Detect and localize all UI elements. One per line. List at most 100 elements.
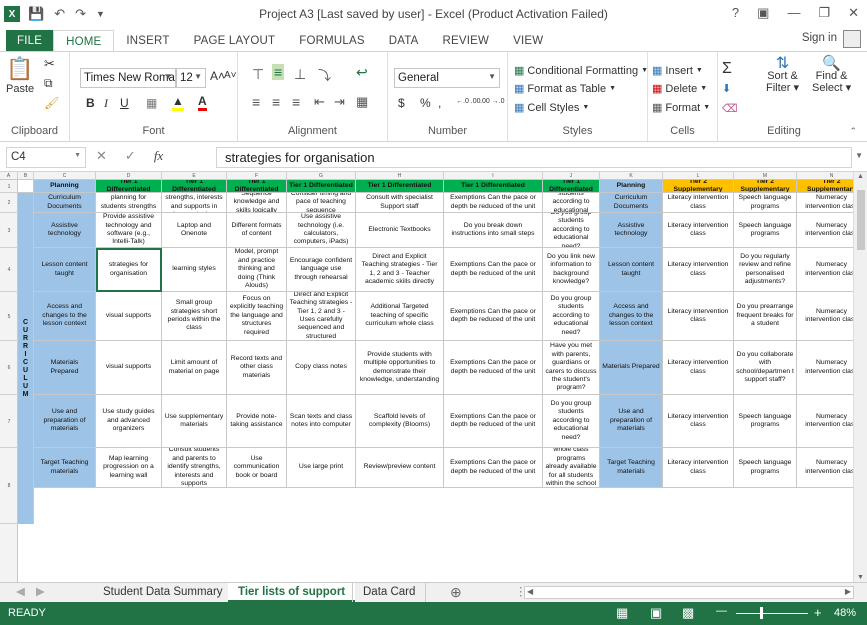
table-cell[interactable]: Speech language programs [734,448,797,488]
paste-button[interactable]: 📋 Paste [6,56,34,95]
avatar[interactable] [843,30,861,48]
shrink-font-button[interactable]: A˅ [224,70,237,81]
row-label-cell[interactable]: Curriculum Documents [34,193,96,213]
borders-icon[interactable]: ▦ [146,96,157,110]
table-cell[interactable]: learning styles [162,248,227,292]
column-header[interactable]: L [663,172,734,180]
font-size-select[interactable]: 12 ▼ [176,68,206,88]
table-header-cell[interactable]: Tier 1 Differentiated [287,180,356,193]
table-cell[interactable]: Review/preview content [356,448,444,488]
worksheet-grid[interactable]: ABCDEFGHIJKLMN 12345678 CURRICULUM Plann… [0,172,867,582]
horizontal-scrollbar[interactable]: ◀ ▶ [524,586,854,599]
scrollbar-thumb[interactable] [857,190,865,250]
row-label-cell[interactable]: Materials Prepared [600,341,663,395]
table-cell[interactable]: Do you prearrange frequent breaks for a … [734,292,797,341]
table-cell[interactable]: Do you collaborate with school/departmen… [734,341,797,395]
table-cell[interactable]: strategies for organisation [96,248,162,292]
table-cell[interactable]: Do you group students according to educa… [543,193,600,213]
table-cell[interactable]: Speech language programs [734,213,797,248]
table-cell[interactable]: Scaffold levels of complexity (Blooms) [356,395,444,448]
table-cell[interactable]: Do you break down instructions into smal… [444,213,543,248]
table-cell[interactable]: Small group strategies short periods wit… [162,292,227,341]
table-cell[interactable]: Provide assistive technology and softwar… [96,213,162,248]
table-cell[interactable]: Limit amount of material on page [162,341,227,395]
table-cell[interactable]: Do you group students according to educa… [543,395,600,448]
tab-home[interactable]: HOME [53,30,115,52]
wrap-text-icon[interactable]: ↩ [356,64,368,81]
cut-icon[interactable]: ✂ [44,56,55,72]
row-header[interactable]: 7 [0,395,18,448]
copy-icon[interactable]: ⧉ [44,76,53,91]
table-cell[interactable]: Consult students and parents to identify… [162,448,227,488]
table-cell[interactable]: planning for students strengths [96,193,162,213]
table-cell[interactable]: Direct and Explicit Teaching strategies … [356,248,444,292]
table-cell[interactable]: Literacy intervention class [663,395,734,448]
tab-view[interactable]: VIEW [501,30,555,52]
row-header[interactable]: 5 [0,292,18,341]
table-cell[interactable]: Exemptions Can the pace or depth be redu… [444,395,543,448]
fill-icon[interactable]: ⬇ [722,82,731,95]
conditional-formatting-button[interactable]: ▦ Conditional Formatting ▼ [514,64,648,78]
tab-page-layout[interactable]: PAGE LAYOUT [182,30,288,52]
table-cell[interactable]: Literacy intervention class [663,248,734,292]
table-cell[interactable]: Provide note-taking assistance [227,395,287,448]
font-name-select[interactable]: Times New Roma ▼ [80,68,176,88]
close-button[interactable]: ✕ [848,5,859,21]
row-label-cell[interactable]: Target Teaching materials [34,448,96,488]
table-cell[interactable]: visual supports [96,292,162,341]
clear-icon[interactable]: ⌫ [722,102,738,115]
sheet-tab-tier-lists[interactable]: Tier lists of support [228,583,356,602]
column-header[interactable]: B [18,172,34,180]
enter-entry-icon[interactable]: ✓ [125,148,136,164]
table-cell[interactable]: Exemptions Can the pace or depth be redu… [444,448,543,488]
table-cell[interactable]: Exemptions Can the pace or depth be redu… [444,341,543,395]
column-header[interactable]: A [0,172,18,180]
table-cell[interactable]: Focus on explicitly teaching the languag… [227,292,287,341]
table-cell[interactable]: Exemptions Can the pace or depth be redu… [444,292,543,341]
table-cell[interactable]: Incorporate strengths, interests and sup… [162,193,227,213]
table-cell[interactable]: Laptop and Onenote [162,213,227,248]
column-header[interactable]: M [734,172,797,180]
table-header-cell[interactable]: Planning [34,180,96,193]
bottom-align-icon[interactable]: ⊥ [294,66,306,83]
tab-data[interactable]: DATA [377,30,431,52]
column-header[interactable]: C [34,172,96,180]
table-cell[interactable]: Literacy intervention class [663,213,734,248]
tab-file[interactable]: FILE [6,30,54,52]
comma-button[interactable]: , [438,96,441,110]
table-cell[interactable]: Do you use whole class programs already … [543,448,600,488]
row-header[interactable]: 8 [0,448,18,524]
table-cell[interactable]: Different formats of content [227,213,287,248]
sort-filter-button[interactable]: ⇅ Sort & Filter ▾ [766,56,799,95]
table-cell[interactable]: Scan texts and class notes into computer [287,395,356,448]
sign-in-link[interactable]: Sign in [802,32,837,44]
normal-view-icon[interactable]: ▦ [616,605,628,621]
bold-button[interactable]: B [86,96,95,110]
table-cell[interactable]: visual supports [96,341,162,395]
row-label-cell[interactable]: Access and changes to the lesson context [600,292,663,341]
row-label-cell[interactable]: Lesson content taught [34,248,96,292]
font-color-icon[interactable]: A [198,94,207,111]
save-icon[interactable]: 💾 [28,6,44,22]
tab-formulas[interactable]: FORMULAS [287,30,377,52]
fill-color-icon[interactable]: ▲ [172,94,184,111]
row-header[interactable]: 4 [0,248,18,292]
table-cell[interactable]: Do you link new information to backgroun… [543,248,600,292]
grow-font-button[interactable]: A˄ [210,69,225,83]
number-format-select[interactable]: General ▼ [394,68,500,88]
cell-styles-button[interactable]: ▦ Cell Styles ▼ [514,101,589,115]
table-cell[interactable]: Speech language programs [734,395,797,448]
column-header[interactable]: E [162,172,227,180]
table-cell[interactable] [18,180,34,193]
table-cell[interactable]: Model, prompt and practice thinking and … [227,248,287,292]
align-left-icon[interactable]: ≡ [252,94,260,110]
zoom-slider-thumb[interactable] [760,607,763,619]
table-cell[interactable]: Use communication book or board [227,448,287,488]
customize-qat-icon[interactable]: ▼ [96,9,105,19]
table-cell[interactable]: Electronic Textbooks [356,213,444,248]
row-header[interactable]: 3 [0,213,18,248]
scroll-left-icon[interactable]: ◀ [527,587,533,596]
scroll-up-icon[interactable]: ▲ [857,173,864,180]
table-cell[interactable]: Do you group students according to educa… [543,292,600,341]
zoom-in-button[interactable]: + [814,605,822,620]
